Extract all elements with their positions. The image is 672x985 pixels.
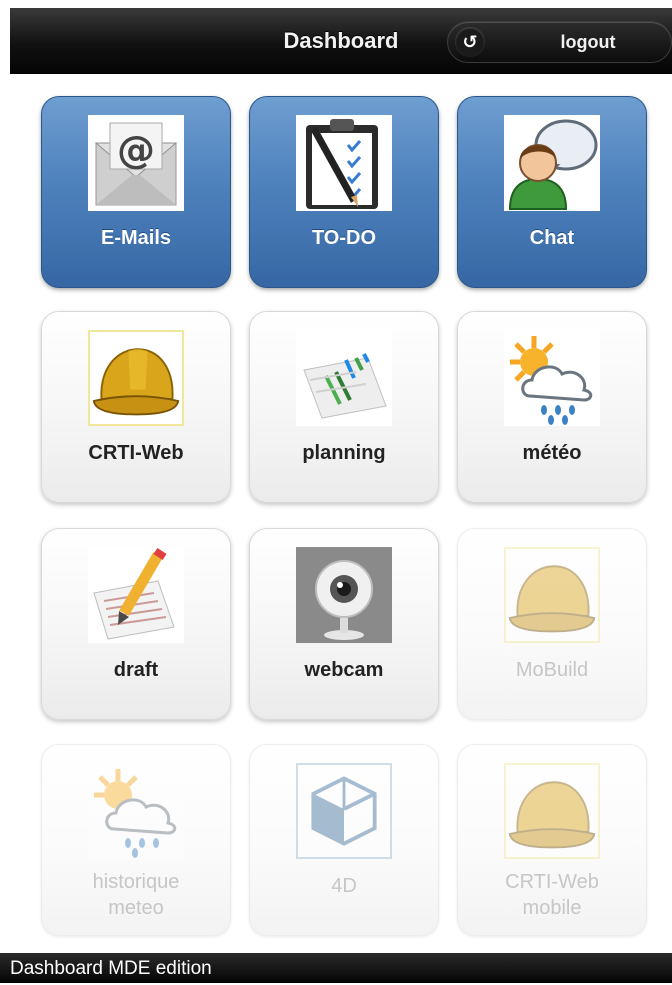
tile-grid: @ E-Mails TO-DO Chat CRTI-Web planning m… [0, 0, 672, 983]
tile-label: CRTI-Web mobile [458, 869, 646, 921]
webcam-icon [296, 547, 392, 643]
footer-bar: Dashboard MDE edition [0, 953, 672, 983]
person-speech-bubble-icon [504, 115, 600, 211]
tile-label: historique meteo [42, 869, 230, 921]
tile-draft[interactable]: draft [41, 528, 231, 720]
tile-label: CRTI-Web [88, 442, 184, 464]
tile-todo[interactable]: TO-DO [249, 96, 439, 288]
svg-text:@: @ [117, 128, 155, 172]
tile-4d: 4D [249, 744, 439, 936]
clipboard-checklist-icon [296, 115, 392, 211]
tile-label: planning [302, 442, 386, 464]
tile-historique-meteo: historique meteo [41, 744, 231, 936]
tile-label: météo [522, 442, 582, 464]
tile-label-line1: historique [92, 871, 180, 893]
tile-webcam[interactable]: webcam [249, 528, 439, 720]
tile-label: 4D [331, 875, 357, 897]
tile-planning[interactable]: planning [249, 311, 439, 503]
tile-crti-web-mobile: CRTI-Web mobile [457, 744, 647, 936]
tile-meteo[interactable]: météo [457, 311, 647, 503]
cube-icon [296, 763, 392, 859]
tile-label: E-Mails [100, 227, 172, 249]
footer-text: Dashboard MDE edition [10, 958, 212, 979]
gantt-chart-icon [296, 330, 392, 426]
tile-label: draft [113, 659, 159, 681]
tile-emails[interactable]: @ E-Mails [41, 96, 231, 288]
pencil-paper-icon [88, 547, 184, 643]
tile-label-line2: mobile [522, 897, 582, 919]
hard-hat-icon [88, 330, 184, 426]
envelope-at-icon: @ [88, 115, 184, 211]
tile-label: MoBuild [515, 659, 589, 681]
hard-hat-icon [504, 547, 600, 643]
tile-label: TO-DO [311, 227, 377, 249]
hard-hat-icon [504, 763, 600, 859]
sun-rain-cloud-icon [88, 763, 184, 859]
tile-chat[interactable]: Chat [457, 96, 647, 288]
sun-rain-cloud-icon [504, 330, 600, 426]
tile-crti-web[interactable]: CRTI-Web [41, 311, 231, 503]
tile-label-line1: CRTI-Web [505, 871, 599, 893]
tile-label: webcam [304, 659, 384, 681]
tile-label-line2: meteo [108, 897, 164, 919]
tile-mobuild: MoBuild [457, 528, 647, 720]
tile-label: Chat [529, 227, 575, 249]
